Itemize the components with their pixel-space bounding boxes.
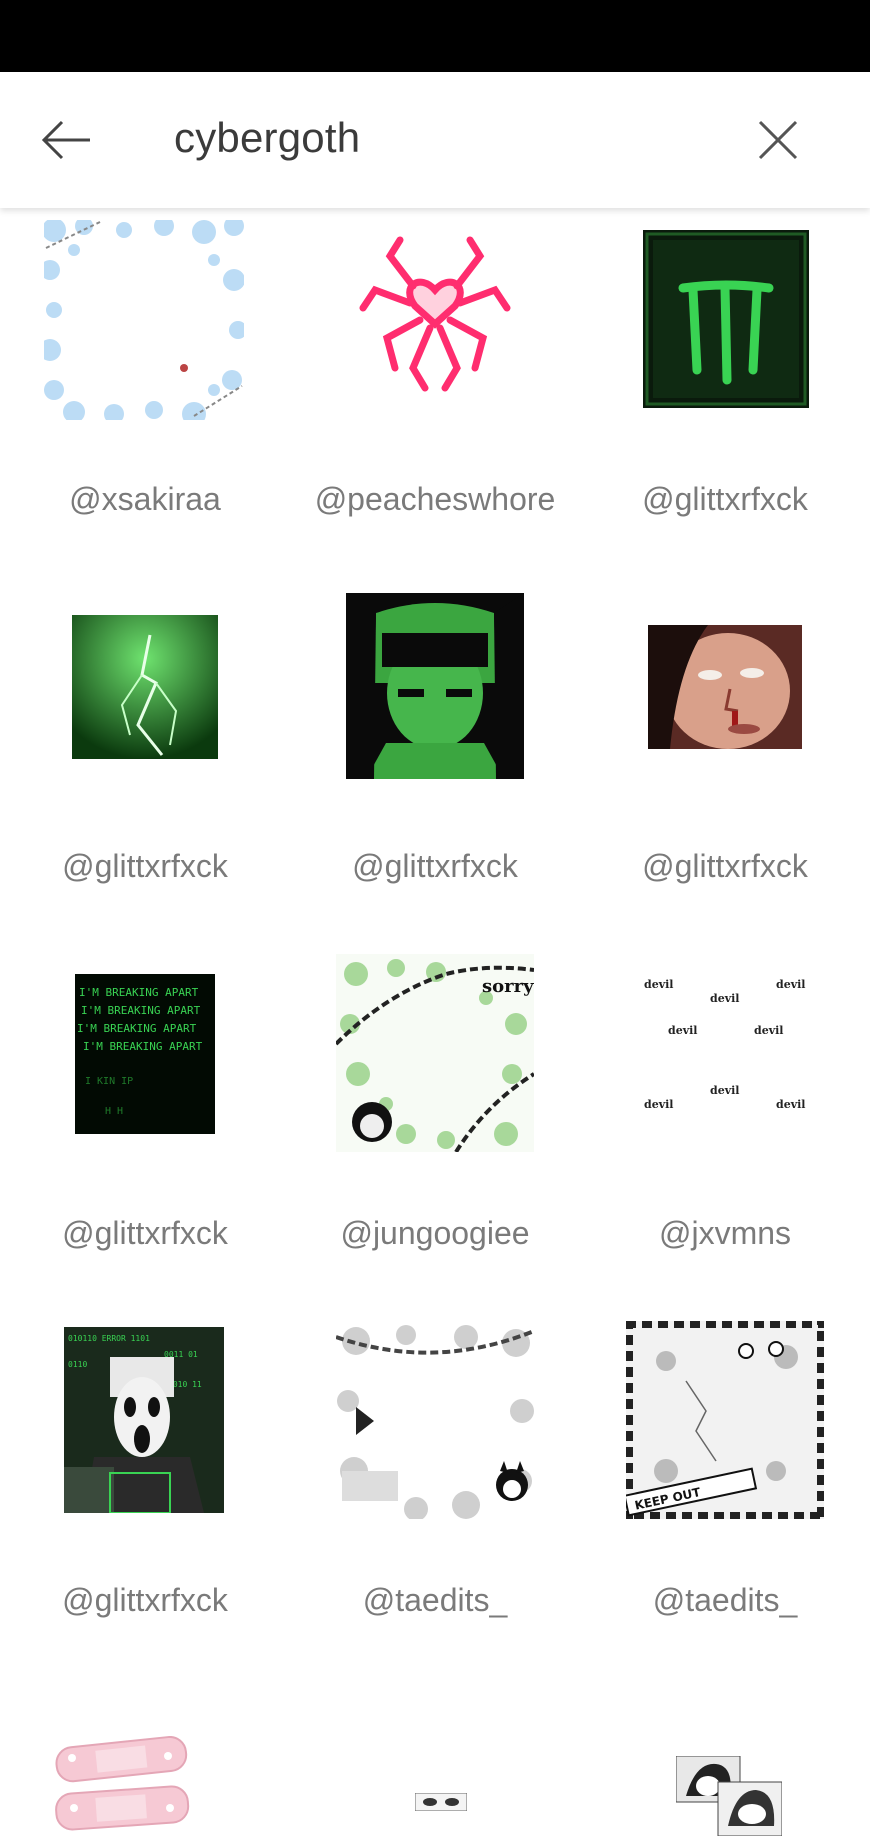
results-grid: @xsakiraa @peacheswhore @glittxrfxck @gl… (0, 208, 870, 1836)
thumbnail-image[interactable] (676, 1756, 782, 1836)
thumbnail-text: I'M BREAKING APART (83, 1040, 203, 1053)
result-card[interactable] (0, 1676, 290, 1836)
thumbnail-image[interactable] (335, 228, 535, 408)
result-handle[interactable]: @glittxrfxck (0, 848, 290, 885)
result-handle[interactable]: @jungoogiee (290, 1215, 580, 1252)
thumbnail-image[interactable] (346, 593, 524, 779)
result-card[interactable]: @taedits_ (290, 1309, 580, 1676)
result-card[interactable]: I'M BREAKING APART I'M BREAKING APART I'… (0, 942, 290, 1309)
thumbnail-image[interactable]: KEEP OUT (626, 1321, 824, 1519)
result-handle[interactable]: @glittxrfxck (290, 848, 580, 885)
thumbnail-image[interactable]: I'M BREAKING APART I'M BREAKING APART I'… (75, 974, 215, 1134)
result-handle[interactable]: @taedits_ (580, 1582, 870, 1619)
svg-text:I KIN IP: I KIN IP (85, 1076, 133, 1087)
svg-text:010110 ERROR 1101: 010110 ERROR 1101 (68, 1334, 150, 1343)
thumbnail-image[interactable]: devil devil devil devil devil devil devi… (626, 954, 824, 1152)
svg-text:devil: devil (776, 1098, 805, 1111)
result-handle[interactable]: @jxvmns (580, 1215, 870, 1252)
result-card[interactable]: @xsakiraa (0, 208, 290, 575)
result-card[interactable]: sorry @jungoogiee (290, 942, 580, 1309)
result-handle[interactable]: @glittxrfxck (0, 1215, 290, 1252)
thumbnail-image[interactable] (415, 1793, 467, 1811)
result-card[interactable]: @glittxrfxck (580, 208, 870, 575)
svg-text:H H: H H (105, 1106, 123, 1117)
thumbnail-image[interactable] (336, 1321, 534, 1519)
thumbnail-image[interactable] (52, 1736, 196, 1836)
result-card[interactable]: KEEP OUT @taedits_ (580, 1309, 870, 1676)
search-header: cybergoth (0, 72, 870, 208)
result-handle[interactable]: @glittxrfxck (580, 848, 870, 885)
svg-text:devil: devil (644, 1098, 673, 1111)
svg-text:0110: 0110 (68, 1360, 87, 1369)
result-card[interactable]: 010110 ERROR 1101 0011 01 1010 11 0110 @gl… (0, 1309, 290, 1676)
result-card[interactable]: devil devil devil devil devil devil devi… (580, 942, 870, 1309)
thumbnail-image[interactable] (44, 220, 244, 420)
svg-text:devil: devil (668, 1024, 697, 1037)
result-card[interactable]: @peacheswhore (290, 208, 580, 575)
result-handle[interactable]: @glittxrfxck (0, 1582, 290, 1619)
thumbnail-image[interactable] (72, 615, 218, 759)
svg-text:devil: devil (754, 1024, 783, 1037)
thumbnail-text: I'M BREAKING APART (77, 1022, 197, 1035)
result-card[interactable]: @glittxrfxck (580, 575, 870, 942)
status-bar (0, 0, 870, 72)
thumbnail-text: I'M BREAKING APART (79, 986, 199, 999)
result-card[interactable]: @glittxrfxck (0, 575, 290, 942)
result-handle[interactable]: @glittxrfxck (580, 481, 870, 518)
thumbnail-image[interactable] (648, 625, 802, 749)
result-handle[interactable]: @xsakiraa (0, 481, 290, 518)
thumbnail-image[interactable]: sorry (336, 954, 534, 1152)
thumbnail-image[interactable] (643, 230, 809, 408)
thumbnail-text: I'M BREAKING APART (81, 1004, 201, 1017)
svg-text:devil: devil (710, 1084, 739, 1097)
thumbnail-text: sorry (482, 976, 534, 997)
result-handle[interactable]: @taedits_ (290, 1582, 580, 1619)
search-query[interactable]: cybergoth (174, 114, 360, 162)
svg-text:devil: devil (710, 992, 739, 1005)
result-card[interactable] (290, 1676, 580, 1836)
result-card[interactable] (580, 1676, 870, 1836)
result-handle[interactable]: @peacheswhore (290, 481, 580, 518)
result-card[interactable]: @glittxrfxck (290, 575, 580, 942)
svg-text:devil: devil (776, 978, 805, 991)
close-icon[interactable] (750, 112, 806, 168)
svg-text:devil: devil (644, 978, 673, 991)
thumbnail-image[interactable]: 010110 ERROR 1101 0011 01 1010 11 0110 (64, 1327, 224, 1513)
arrow-left-icon[interactable] (36, 110, 96, 170)
